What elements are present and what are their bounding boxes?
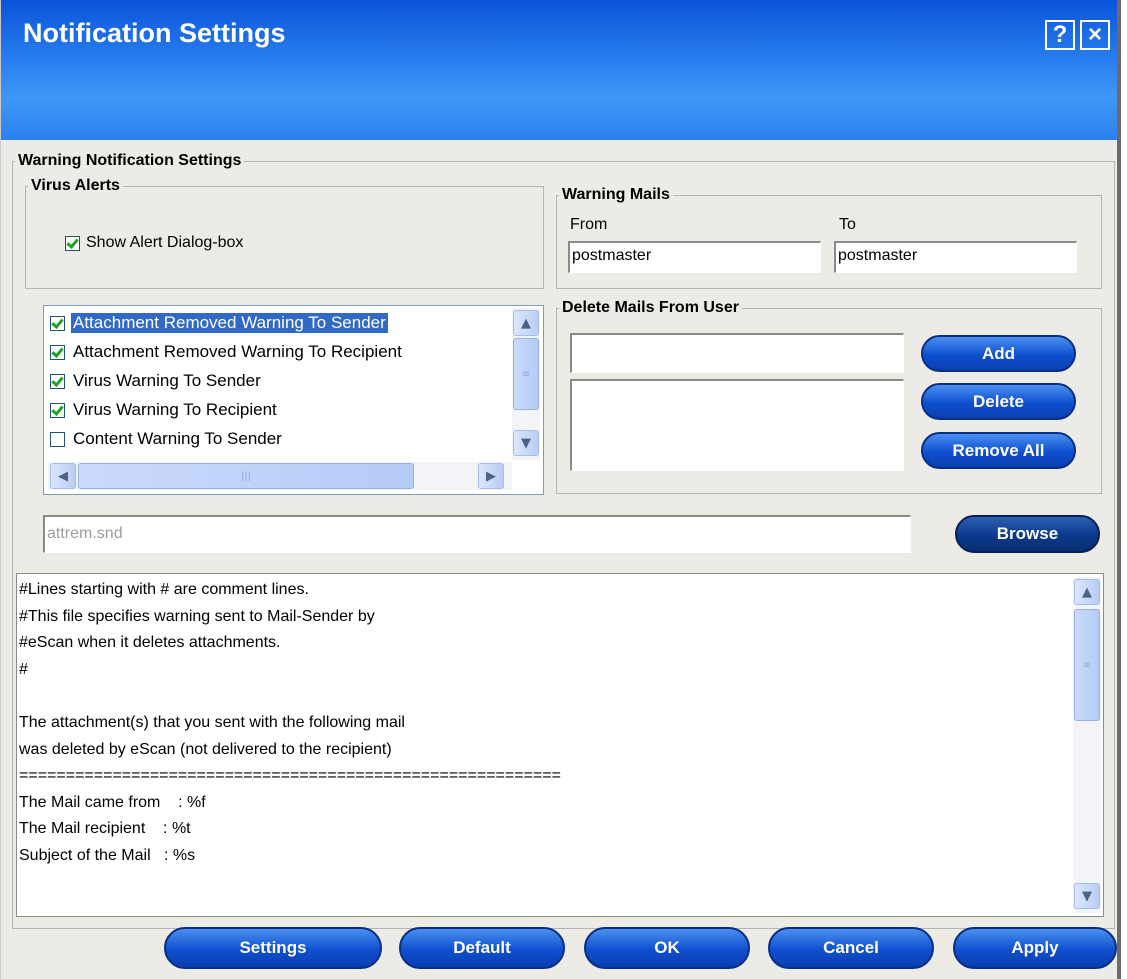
editor-line: #eScan when it deletes attachments.: [19, 634, 281, 652]
editor-line: #This file specifies warning sent to Mai…: [19, 607, 375, 625]
list-item-checkbox[interactable]: [50, 402, 65, 418]
settings-button[interactable]: Settings: [164, 927, 382, 969]
close-button[interactable]: ×: [1080, 20, 1110, 50]
chevron-right-icon[interactable]: ▶: [478, 463, 504, 489]
list-item-checkbox[interactable]: [50, 431, 65, 447]
list-horizontal-scrollbar[interactable]: ◀ ||| ▶: [48, 462, 512, 490]
editor-line: #Lines starting with # are comment lines…: [19, 581, 309, 598]
show-alert-label: Show Alert Dialog-box: [86, 234, 244, 251]
list-vertical-scrollbar[interactable]: ▲ ≡ ▼: [512, 308, 540, 460]
warning-mails-legend: Warning Mails: [562, 186, 670, 203]
editor-scroll-thumb[interactable]: ≡: [1074, 609, 1100, 721]
add-button[interactable]: Add: [921, 335, 1076, 372]
list-item-label: Content Warning To Sender: [73, 429, 282, 448]
editor-line: The Mail recipient : %t: [19, 820, 191, 838]
editor-vertical-scrollbar[interactable]: ▲ ≡ ▼: [1073, 577, 1101, 913]
browse-button[interactable]: Browse: [955, 515, 1100, 553]
warning-mails-group: Warning Mails: [556, 186, 1102, 289]
editor-line: was deleted by eScan (not delivered to t…: [19, 740, 392, 758]
list-item[interactable]: Virus Warning To Sender: [50, 368, 263, 394]
list-scroll-thumb[interactable]: ≡: [513, 338, 539, 410]
warning-types-list[interactable]: Attachment Removed Warning To Sender Atta…: [43, 305, 544, 495]
warning-notification-settings-legend: Warning Notification Settings: [18, 152, 242, 169]
delete-user-input[interactable]: [570, 333, 904, 373]
list-item-label: Virus Warning To Recipient: [73, 400, 277, 419]
editor-text: #Lines starting with # are comment lines…: [17, 577, 1067, 870]
window-title: Notification Settings: [23, 18, 286, 48]
list-item[interactable]: Virus Warning To Recipient: [50, 397, 279, 423]
ok-button[interactable]: OK: [584, 927, 750, 969]
editor-line: #: [19, 660, 28, 678]
editor-line: ========================================…: [19, 767, 561, 785]
notification-settings-window: Notification Settings ? × Warning Notifi…: [0, 0, 1121, 979]
cancel-button[interactable]: Cancel: [768, 927, 934, 969]
to-label: To: [839, 216, 856, 233]
chevron-down-icon[interactable]: ▼: [513, 430, 539, 456]
list-item[interactable]: Attachment Removed Warning To Sender: [50, 310, 388, 336]
list-item-checkbox[interactable]: [50, 315, 65, 331]
apply-button[interactable]: Apply: [953, 927, 1117, 969]
virus-alerts-group: Virus Alerts: [25, 177, 544, 289]
editor-line: The attachment(s) that you sent with the…: [19, 713, 405, 731]
help-button[interactable]: ?: [1045, 20, 1075, 50]
chevron-up-icon[interactable]: ▲: [513, 310, 539, 336]
chevron-down-icon[interactable]: ▼: [1074, 883, 1100, 909]
delete-button[interactable]: Delete: [921, 383, 1076, 420]
list-item[interactable]: Attachment Removed Warning To Recipient: [50, 339, 404, 365]
chevron-left-icon[interactable]: ◀: [50, 463, 76, 489]
list-item-checkbox[interactable]: [50, 373, 65, 389]
show-alert-checkbox-row[interactable]: Show Alert Dialog-box: [65, 234, 243, 252]
delete-mails-legend: Delete Mails From User: [562, 299, 739, 316]
list-item-label: Attachment Removed Warning To Sender: [71, 313, 388, 333]
warning-message-editor[interactable]: #Lines starting with # are comment lines…: [16, 573, 1104, 917]
list-item-label: Virus Warning To Sender: [73, 371, 261, 390]
editor-line: Subject of the Mail : %s: [19, 846, 196, 864]
delete-user-list[interactable]: [570, 379, 904, 471]
virus-alerts-legend: Virus Alerts: [31, 177, 120, 194]
title-bar: Notification Settings ? ×: [1, 0, 1117, 140]
file-path-field[interactable]: attrem.snd: [43, 515, 911, 553]
list-hscroll-thumb[interactable]: |||: [78, 463, 414, 489]
show-alert-checkbox[interactable]: [65, 235, 80, 251]
remove-all-button[interactable]: Remove All: [921, 432, 1076, 469]
default-button[interactable]: Default: [399, 927, 565, 969]
from-label: From: [570, 216, 608, 233]
list-item[interactable]: Content Warning To Sender: [50, 426, 284, 452]
editor-line: The Mail came from : %f: [19, 793, 206, 811]
list-item-label: Attachment Removed Warning To Recipient: [73, 342, 402, 361]
chevron-up-icon[interactable]: ▲: [1074, 579, 1100, 605]
to-field[interactable]: postmaster: [834, 241, 1077, 273]
from-field[interactable]: postmaster: [568, 241, 821, 273]
list-item-checkbox[interactable]: [50, 344, 65, 360]
